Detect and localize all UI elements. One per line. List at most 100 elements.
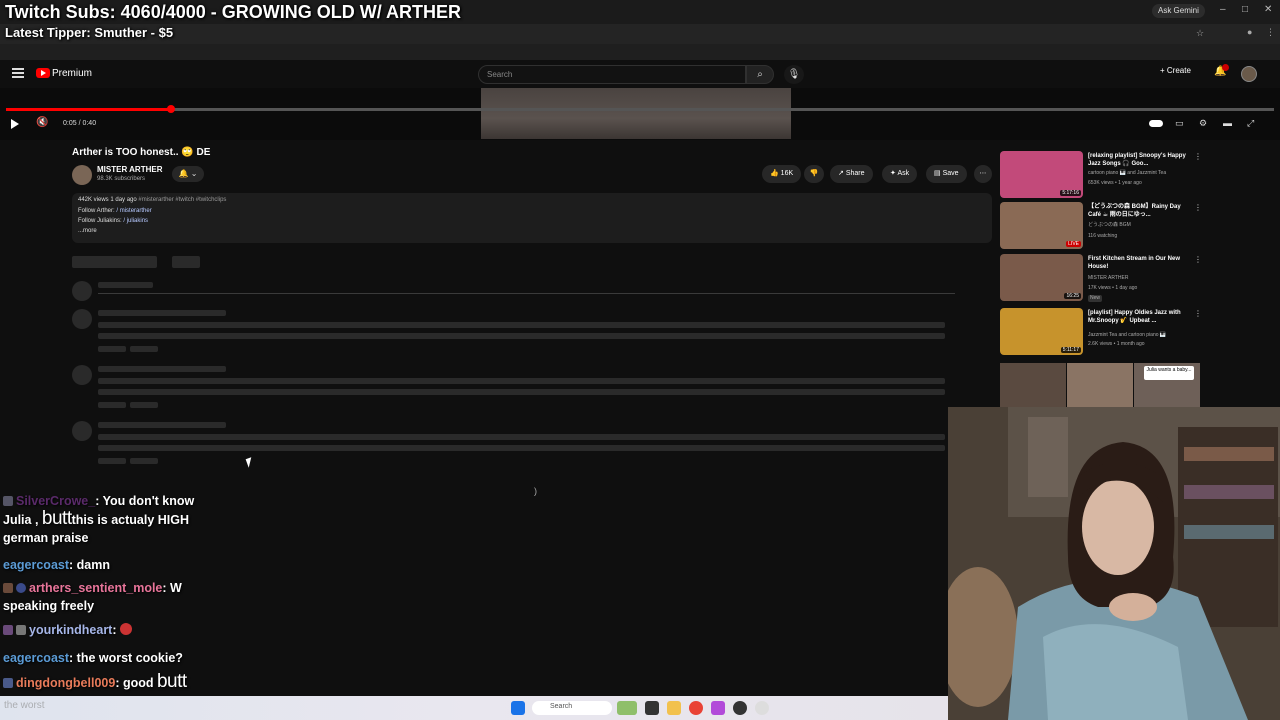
related-video-stats: 653K views • 1 year ago (1088, 180, 1142, 186)
video-player[interactable]: 🔇 0:05 / 0:40 ▭ ⚙ ▬ ⤢ (0, 88, 1280, 140)
menu-dots-icon[interactable]: ⋮ (1266, 27, 1275, 38)
related-video-stats: 17K views • 1 day ago (1088, 285, 1138, 291)
channel-avatar[interactable] (72, 165, 92, 185)
file-explorer-icon[interactable] (667, 701, 681, 715)
app-icon[interactable] (755, 701, 769, 715)
account-avatar[interactable] (1241, 66, 1257, 82)
chat-separator: : (115, 676, 123, 690)
comment-skeleton-line (98, 322, 945, 328)
comment-skeleton-line (98, 434, 945, 440)
youtube-logo-icon[interactable] (36, 68, 50, 78)
settings-gear-icon[interactable]: ⚙ (1199, 118, 1207, 129)
play-icon[interactable] (11, 119, 19, 129)
video-frame[interactable] (481, 88, 791, 139)
fullscreen-icon[interactable]: ⤢ (1247, 118, 1254, 129)
chat-message: dingdongbell009: good butt (3, 672, 187, 692)
create-label: Create (1166, 66, 1191, 75)
more-options-icon[interactable]: ⋮ (1194, 203, 1202, 212)
follow-julia-link[interactable]: / juliakins (123, 218, 148, 224)
more-dots-icon: ⋯ (979, 170, 987, 177)
taskbar-search[interactable]: Search (532, 701, 612, 715)
short-caption: Julia wants a baby... (1144, 366, 1194, 380)
minimize-icon[interactable]: – (1220, 4, 1226, 15)
related-video-channel[interactable]: Jazzmint Tea and cartoon piano 🎹 (1088, 332, 1166, 339)
emote-icon (120, 623, 132, 635)
related-video-title[interactable]: [relaxing playlist] Snoopy's Happy Jazz … (1088, 152, 1192, 168)
short-thumbnail[interactable] (1067, 363, 1133, 407)
windows-taskbar: Search (0, 696, 948, 720)
bell-icon: 🔔 ⌄ (178, 169, 198, 178)
comment-skeleton-line (98, 366, 226, 372)
obs-icon[interactable] (733, 701, 747, 715)
widgets-icon[interactable] (617, 701, 637, 715)
related-video-thumbnail[interactable]: LIVE (1000, 202, 1083, 249)
save-icon: ▤ (934, 170, 943, 177)
windows-start-icon[interactable] (511, 701, 525, 715)
mouse-cursor-icon (245, 457, 255, 468)
description-box[interactable]: 442K views 1 day ago #misterarther #twit… (72, 193, 992, 243)
chat-username: SilverCrowe_ (16, 494, 96, 508)
subscribed-bell-button[interactable]: 🔔 ⌄ (172, 166, 204, 182)
progress-scrubber[interactable] (166, 105, 175, 113)
dislike-button[interactable]: 👎 (804, 165, 824, 183)
autoplay-toggle[interactable] (1149, 120, 1163, 127)
comment-skeleton-line (98, 389, 945, 395)
more-options-icon[interactable]: ⋮ (1194, 255, 1202, 264)
follow-arther-link[interactable]: / misterarther (116, 208, 151, 214)
chat-separator: : (69, 651, 77, 665)
voice-search-button[interactable]: 🎙 (784, 65, 804, 84)
share-button[interactable]: ↗ Share (830, 165, 873, 183)
thumbs-up-icon: 👍 (770, 170, 781, 177)
browser-address-bar[interactable] (0, 24, 1280, 44)
chat-text: You don't know (102, 494, 195, 508)
like-button[interactable]: 👍 16K (762, 165, 802, 183)
ask-label: Ask (897, 170, 910, 177)
more-actions-button[interactable]: ⋯ (974, 165, 992, 183)
related-video-thumbnail[interactable]: 5:11:17 (1000, 308, 1083, 355)
app-icon[interactable] (711, 701, 725, 715)
sub-badge-icon (3, 583, 13, 593)
search-button[interactable]: ⌕ (746, 65, 774, 84)
profile-icon[interactable]: ● (1247, 27, 1252, 37)
webcam-feed (948, 407, 1280, 720)
chat-message: eagercoast: damn (3, 556, 110, 574)
bookmark-star-icon[interactable]: ☆ (1196, 28, 1204, 39)
ask-gemini-button[interactable]: Ask Gemini (1152, 4, 1205, 18)
more-options-icon[interactable]: ⋮ (1194, 152, 1202, 161)
related-video-channel[interactable]: cartoon piano 🎹 and Jazzmint Tea (1088, 170, 1166, 177)
ask-button[interactable]: ✦ Ask (882, 165, 918, 183)
more-options-icon[interactable]: ⋮ (1194, 309, 1202, 318)
chat-message: yourkindheart: (3, 621, 135, 639)
related-video-title[interactable]: 【どうぶつの森 BGM】Rainy Day Café ☕ 雨の日にゆっ... (1088, 203, 1192, 219)
close-icon[interactable]: ✕ (1264, 4, 1272, 15)
mute-icon[interactable]: 🔇 (36, 117, 48, 128)
chat-username: eagercoast (3, 651, 70, 665)
chrome-icon[interactable] (689, 701, 703, 715)
chat-text: the worst cookie? (76, 651, 183, 665)
related-video-channel[interactable]: どうぶつの森 BGM (1088, 222, 1131, 229)
related-video-thumbnail[interactable]: 5:17:16 (1000, 151, 1083, 198)
related-video-title[interactable]: First Kitchen Stream in Our New House! (1088, 255, 1192, 271)
youtube-premium-label: Premium (52, 68, 93, 79)
chat-text: damn (76, 558, 110, 572)
task-view-icon[interactable] (645, 701, 659, 715)
short-thumbnail[interactable] (1000, 363, 1066, 407)
chat-message: arthers_sentient_mole: W speaking freely (3, 579, 233, 615)
maximize-icon[interactable]: □ (1242, 4, 1248, 15)
comment-input-skeleton (98, 282, 153, 288)
create-button[interactable]: + Create (1160, 66, 1191, 75)
channel-name[interactable]: MISTER ARTHER (97, 165, 162, 174)
hamburger-menu-icon[interactable] (12, 68, 24, 78)
search-input[interactable]: Search (478, 65, 746, 84)
chat-text: this is actualy HIGH (71, 513, 190, 527)
related-video-thumbnail[interactable]: 16:25 (1000, 254, 1083, 301)
gift-badge-icon (16, 583, 26, 593)
related-video-channel[interactable]: MISTER ARTHER (1088, 275, 1128, 282)
save-button[interactable]: ▤ Save (926, 165, 967, 183)
description-more-link[interactable]: ...more (78, 228, 97, 234)
theater-mode-icon[interactable]: ▬ (1223, 118, 1232, 128)
progress-bar[interactable] (6, 105, 1274, 113)
related-video-title[interactable]: [playlist] Happy Oldies Jazz with Mr.Sno… (1088, 309, 1192, 325)
subtitles-icon[interactable]: ▭ (1175, 118, 1184, 129)
search-placeholder: Search (487, 70, 513, 79)
